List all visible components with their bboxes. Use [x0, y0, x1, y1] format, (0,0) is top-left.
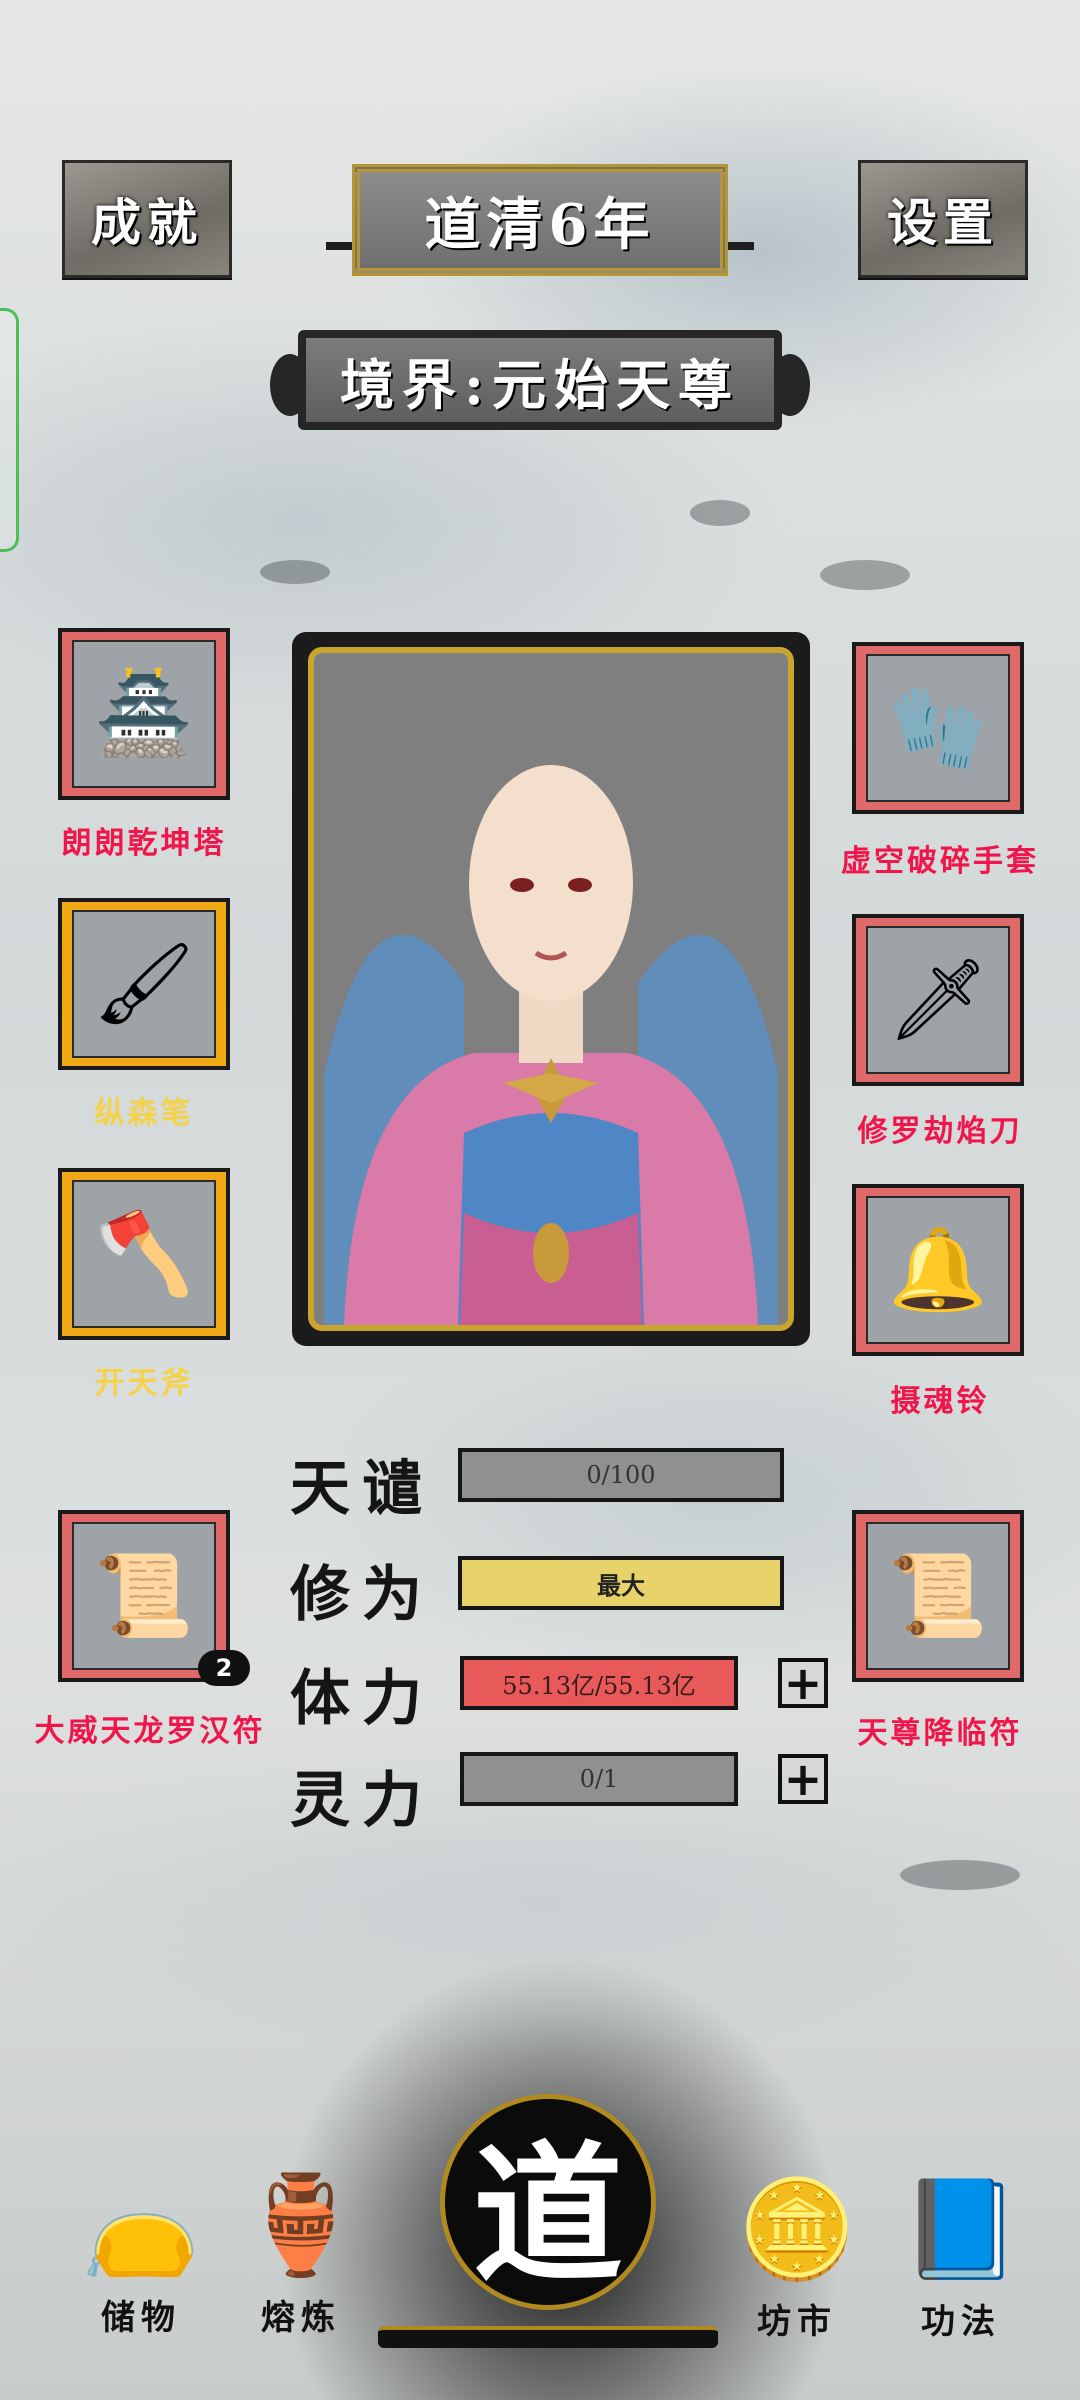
nav-skills-label: 功法 — [921, 2302, 1001, 2342]
year-label: 道清6年 — [424, 191, 656, 258]
achievements-label: 成就 — [91, 193, 203, 252]
plaque-rod — [724, 242, 754, 250]
ink-splash — [820, 560, 910, 590]
equip-label: 虚空破碎手套 — [841, 844, 1039, 879]
talisman-icon: 📜 — [72, 1522, 216, 1670]
flame-blade-icon: 🗡 — [866, 926, 1010, 1074]
tili-value: 55.13亿/55.13亿 — [502, 1671, 696, 1700]
equip-label: 开天斧 — [94, 1366, 194, 1401]
equip-label: 朗朗乾坤塔 — [61, 826, 227, 861]
equip-slot-brush[interactable]: 🖌 — [58, 898, 230, 1070]
equip-label: 摄魂铃 — [890, 1384, 990, 1419]
tianqian-value: 0/100 — [586, 1461, 656, 1489]
tili-bar: 55.13亿/55.13亿 — [460, 1656, 738, 1710]
equip-label: 天尊降临符 — [857, 1716, 1023, 1751]
tianqian-bar: 0/100 — [458, 1448, 784, 1502]
ink-splash — [260, 560, 330, 584]
equip-slot-blade[interactable]: 🗡 — [852, 914, 1024, 1086]
nav-smelt[interactable]: 🏺 熔炼 — [226, 2170, 376, 2339]
equip-label: 纵森笔 — [94, 1096, 194, 1131]
realm-plaque: 境界:元始天尊 — [298, 330, 782, 430]
equip-slot-axe[interactable]: 🪓 — [58, 1168, 230, 1340]
side-drawer-tab[interactable] — [0, 308, 19, 552]
character-portrait — [308, 647, 794, 1331]
brush-icon: 🖌 — [72, 910, 216, 1058]
character-illustration — [324, 765, 778, 1325]
lingli-bar: 0/1 — [460, 1752, 738, 1806]
talisman-icon: 📜 — [866, 1522, 1010, 1670]
lingli-value: 0/1 — [579, 1765, 619, 1793]
pouch-icon: 👝 — [81, 2169, 201, 2281]
xiuwei-bar: 最大 — [458, 1556, 784, 1610]
character-portrait-frame[interactable] — [292, 632, 810, 1346]
equip-slot-talisman-right[interactable]: 📜 — [852, 1510, 1024, 1682]
nav-storage[interactable]: 👝 储物 — [66, 2170, 216, 2339]
xiuwei-value: 最大 — [597, 1570, 645, 1600]
dao-main-button[interactable]: 道 — [440, 2094, 656, 2310]
pagoda-icon: 🏯 — [72, 640, 216, 788]
stat-label-lingli: 灵力 — [290, 1766, 434, 1836]
lingli-plus-button[interactable]: + — [778, 1754, 828, 1804]
stat-label-xiuwei: 修为 — [290, 1560, 434, 1630]
ink-splash — [900, 1860, 1020, 1890]
settings-button[interactable]: 设置 — [858, 160, 1028, 278]
nav-storage-label: 储物 — [101, 2298, 181, 2338]
dao-label: 道 — [472, 2126, 623, 2303]
realm-label: 境界:元始天尊 — [340, 352, 740, 417]
gauntlet-icon: 🧤 — [866, 654, 1010, 802]
nav-smelt-label: 熔炼 — [261, 2298, 341, 2338]
equip-slot-pagoda[interactable]: 🏯 — [58, 628, 230, 800]
cauldron-icon: 🏺 — [241, 2169, 361, 2281]
book-icon: 📘 — [901, 2173, 1021, 2285]
axe-icon: 🪓 — [72, 1180, 216, 1328]
ink-splash — [690, 500, 750, 526]
count-badge: 2 — [198, 1650, 250, 1686]
equip-slot-bell[interactable]: 🔔 — [852, 1184, 1024, 1356]
achievements-button[interactable]: 成就 — [62, 160, 232, 278]
year-plaque: 道清6年 — [352, 164, 728, 276]
stat-label-tili: 体力 — [290, 1664, 434, 1734]
tili-plus-button[interactable]: + — [778, 1658, 828, 1708]
coins-icon: 🪙 — [737, 2173, 857, 2285]
nav-market-label: 坊市 — [757, 2302, 837, 2342]
nav-market[interactable]: 🪙 坊市 — [722, 2174, 872, 2343]
equip-label: 修罗劫焰刀 — [857, 1114, 1023, 1149]
settings-label: 设置 — [887, 193, 999, 252]
bell-icon: 🔔 — [866, 1196, 1010, 1344]
cloud-pedestal — [378, 2326, 718, 2348]
equip-slot-gauntlet[interactable]: 🧤 — [852, 642, 1024, 814]
nav-skills[interactable]: 📘 功法 — [886, 2174, 1036, 2343]
equip-label: 大威天龙罗汉符 — [34, 1714, 266, 1749]
stat-label-tianqian: 天谴 — [290, 1454, 434, 1524]
